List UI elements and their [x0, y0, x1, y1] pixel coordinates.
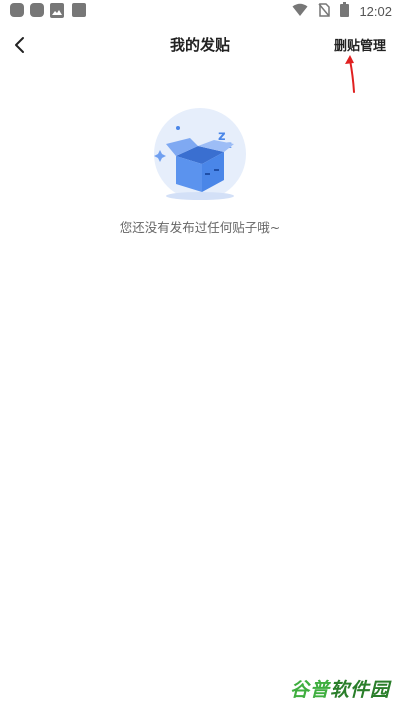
watermark-text: 软件园 — [329, 679, 390, 701]
empty-box-icon: z z — [148, 106, 252, 206]
screen: 12:02 我的发贴 删贴管理 z z — [0, 0, 400, 712]
watermark-logo: 谷普软件园 — [290, 675, 390, 702]
battery-icon — [340, 1, 350, 21]
status-bar: 12:02 — [0, 0, 400, 24]
watermark-text: 谷普 — [289, 679, 330, 701]
status-time: 12:02 — [359, 3, 392, 19]
notification-app-icon — [10, 3, 24, 17]
status-icons: 12:02 — [292, 1, 392, 21]
notification-app-icon — [72, 3, 86, 17]
notification-app-icon — [30, 3, 44, 17]
annotation-arrow-icon — [340, 52, 364, 94]
no-sim-icon — [318, 2, 331, 21]
wifi-icon — [292, 2, 308, 21]
image-icon — [50, 3, 64, 18]
empty-state-message: 您还没有发布过任何贴子哦~ — [119, 220, 281, 235]
